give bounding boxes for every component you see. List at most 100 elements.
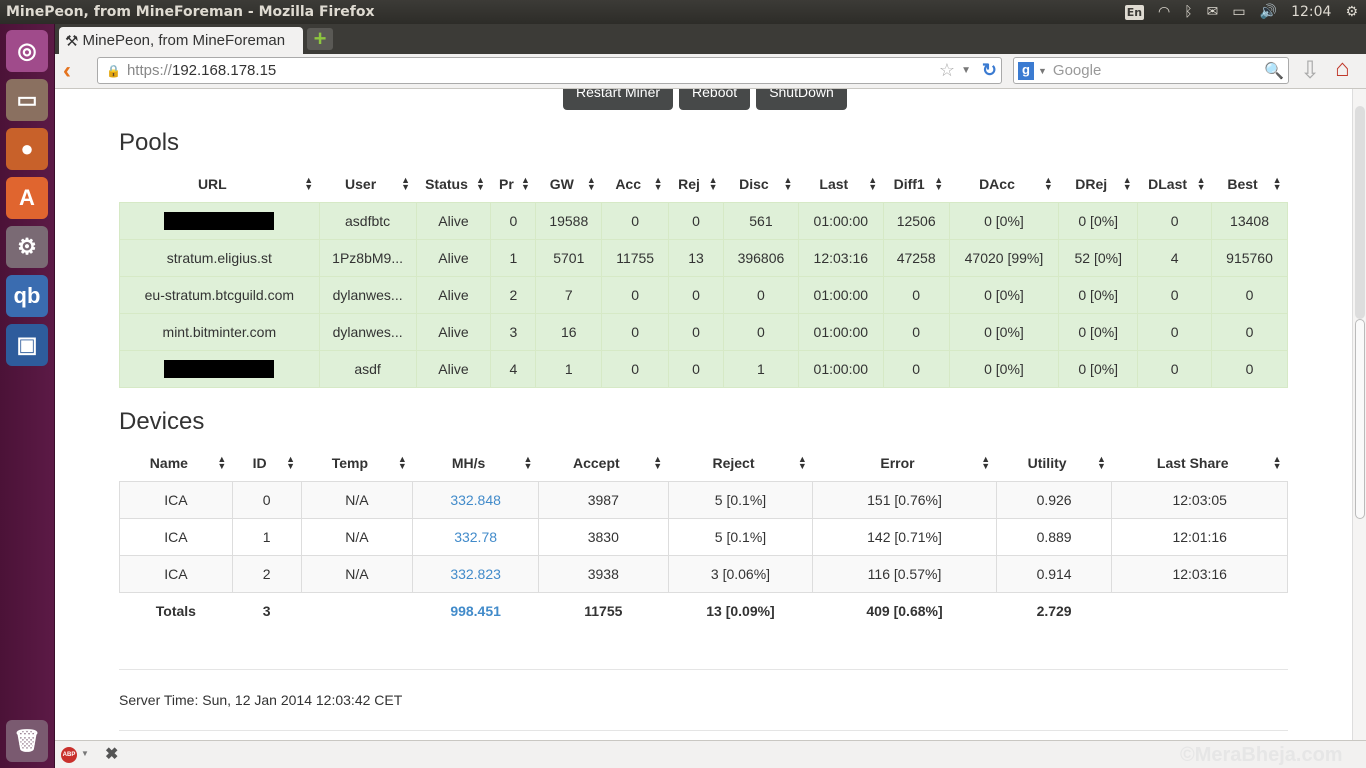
sort-icon[interactable]: ▲ ▼ <box>398 455 407 471</box>
sort-icon[interactable]: ▲ ▼ <box>981 455 990 471</box>
column-header[interactable]: Best ▲ ▼ <box>1212 166 1288 202</box>
column-header[interactable]: GW ▲ ▼ <box>536 166 602 202</box>
pool-cell: 01:00:00 <box>797 201 884 240</box>
adblock-plus-icon[interactable]: ABP <box>61 747 77 763</box>
column-header[interactable]: Reject ▲ ▼ <box>668 445 813 481</box>
column-header[interactable]: MH/s ▲ ▼ <box>413 445 539 481</box>
search-bar[interactable]: g ▼ Google 🔍 <box>1013 57 1289 84</box>
battery-icon[interactable]: ▭ <box>1232 4 1245 20</box>
hashrate-link[interactable]: 332.78 <box>412 517 539 556</box>
sort-icon[interactable]: ▲ ▼ <box>798 455 807 471</box>
pool-cell: 01:00:00 <box>797 349 884 388</box>
sort-icon[interactable]: ▲ ▼ <box>286 455 295 471</box>
column-header[interactable]: ID ▲ ▼ <box>232 445 301 481</box>
column-header[interactable]: Status ▲ ▼ <box>416 166 491 202</box>
pool-cell: 0 [0%] <box>1058 201 1139 240</box>
close-addon-bar-icon[interactable]: ✖ <box>105 744 118 764</box>
sort-icon[interactable]: ▲ ▼ <box>476 176 485 192</box>
launcher-firefox-icon[interactable]: ● <box>6 128 48 170</box>
column-header[interactable]: Acc ▲ ▼ <box>602 166 669 202</box>
pool-cell: 19588 <box>535 201 603 240</box>
mail-icon[interactable]: ✉ <box>1207 4 1219 20</box>
reboot-button[interactable]: Reboot <box>679 89 751 110</box>
sort-icon[interactable]: ▲ ▼ <box>783 176 792 192</box>
scroll-thumb[interactable] <box>1355 319 1365 519</box>
column-header[interactable]: Error ▲ ▼ <box>813 445 996 481</box>
search-placeholder: Google <box>1052 62 1102 79</box>
column-header[interactable]: User ▲ ▼ <box>319 166 416 202</box>
launcher-virtualbox-icon[interactable]: ▣ <box>6 324 48 366</box>
column-header[interactable]: DLast ▲ ▼ <box>1138 166 1212 202</box>
launcher-system-settings-icon[interactable]: ⚙ <box>6 226 48 268</box>
sort-icon[interactable]: ▲ ▼ <box>1123 176 1132 192</box>
hashrate-link[interactable]: 332.823 <box>412 554 539 593</box>
launcher-software-center-icon[interactable]: A <box>6 177 48 219</box>
history-dropdown-icon[interactable]: ▼ <box>961 65 971 76</box>
power-gear-icon[interactable]: ⚙ <box>1345 4 1358 20</box>
reload-icon[interactable]: ↻ <box>982 60 997 81</box>
restart-miner-button[interactable]: Restart Miner <box>563 89 674 110</box>
total-hashrate-link[interactable]: 998.451 <box>412 592 539 629</box>
column-header[interactable]: DAcc ▲ ▼ <box>949 166 1059 202</box>
hashrate-link[interactable]: 332.848 <box>412 480 539 519</box>
sort-icon[interactable]: ▲ ▼ <box>934 176 943 192</box>
column-header[interactable]: URL ▲ ▼ <box>120 166 320 202</box>
adblock-dropdown-icon[interactable]: ▼ <box>81 749 89 758</box>
keyboard-layout-indicator[interactable]: En <box>1124 4 1145 20</box>
home-icon[interactable]: ⌂ <box>1335 55 1350 83</box>
sort-icon[interactable]: ▲ ▼ <box>1273 176 1282 192</box>
bookmark-star-icon[interactable]: ☆ <box>939 60 955 81</box>
sort-icon[interactable]: ▲ ▼ <box>1097 455 1106 471</box>
url-host: 192.168.178.15 <box>171 62 277 79</box>
column-header[interactable]: Utility ▲ ▼ <box>996 445 1112 481</box>
pool-cell: 0 <box>601 275 670 314</box>
back-arrow-icon[interactable]: ‹ <box>63 57 71 85</box>
column-header[interactable]: Last Share ▲ ▼ <box>1112 445 1288 481</box>
launcher-ubuntu-dash-icon[interactable]: ◎ <box>6 30 48 72</box>
control-buttons: Restart Miner Reboot ShutDown <box>563 89 847 110</box>
clock[interactable]: 12:04 <box>1291 4 1331 20</box>
new-tab-button[interactable]: + <box>307 26 333 51</box>
sort-icon[interactable]: ▲ ▼ <box>524 455 533 471</box>
sort-icon[interactable]: ▲ ▼ <box>1273 455 1282 471</box>
wifi-icon[interactable]: ◠ <box>1158 4 1170 20</box>
sort-icon[interactable]: ▲ ▼ <box>304 176 313 192</box>
pool-cell: 0 <box>882 275 950 314</box>
watermark: ©MeraBheja.com <box>1180 744 1343 766</box>
column-header[interactable]: Disc ▲ ▼ <box>724 166 799 202</box>
sort-icon[interactable]: ▲ ▼ <box>653 455 662 471</box>
url-bar[interactable]: 🔒 https:// 192.168.178.15 ☆ ▼ ↻ <box>97 57 1002 84</box>
sort-icon[interactable]: ▲ ▼ <box>868 176 877 192</box>
launcher-qbittorrent-icon[interactable]: qb <box>6 275 48 317</box>
column-header[interactable]: DRej ▲ ▼ <box>1059 166 1138 202</box>
sort-icon[interactable]: ▲ ▼ <box>587 176 596 192</box>
bluetooth-icon[interactable]: ᛒ <box>1184 4 1192 20</box>
download-arrow-icon[interactable]: ⇩ <box>1300 56 1320 85</box>
search-icon[interactable]: 🔍 <box>1264 61 1284 81</box>
browser-tab[interactable]: ⚒ MinePeon, from MineForeman <box>59 27 303 54</box>
sort-icon[interactable]: ▲ ▼ <box>1197 176 1206 192</box>
google-engine-icon[interactable]: g <box>1018 61 1034 80</box>
sort-icon[interactable]: ▲ ▼ <box>401 176 410 192</box>
column-header[interactable]: Diff1 ▲ ▼ <box>883 166 949 202</box>
column-header[interactable]: Accept ▲ ▼ <box>538 445 668 481</box>
sort-icon[interactable]: ▲ ▼ <box>654 176 663 192</box>
column-header[interactable]: Pr ▲ ▼ <box>491 166 536 202</box>
vertical-scrollbar[interactable] <box>1352 89 1366 740</box>
pool-cell: 0 <box>1211 349 1288 388</box>
volume-icon[interactable]: 🔊 <box>1260 4 1277 20</box>
column-header[interactable]: Temp ▲ ▼ <box>301 445 413 481</box>
launcher-files-icon[interactable]: ▭ <box>6 79 48 121</box>
shutdown-button[interactable]: ShutDown <box>756 89 847 110</box>
sort-icon[interactable]: ▲ ▼ <box>709 176 718 192</box>
trash-icon[interactable]: 🗑 <box>6 720 48 762</box>
sort-icon[interactable]: ▲ ▼ <box>521 176 530 192</box>
device-cell: 151 [0.76%] <box>812 480 997 519</box>
sort-icon[interactable]: ▲ ▼ <box>217 455 226 471</box>
sort-icon[interactable]: ▲ ▼ <box>1044 176 1053 192</box>
header-label: Reject <box>712 454 755 471</box>
column-header[interactable]: Name ▲ ▼ <box>120 445 233 481</box>
column-header[interactable]: Rej ▲ ▼ <box>669 166 724 202</box>
column-header[interactable]: Last ▲ ▼ <box>798 166 883 202</box>
engine-dropdown-icon[interactable]: ▼ <box>1038 66 1047 76</box>
